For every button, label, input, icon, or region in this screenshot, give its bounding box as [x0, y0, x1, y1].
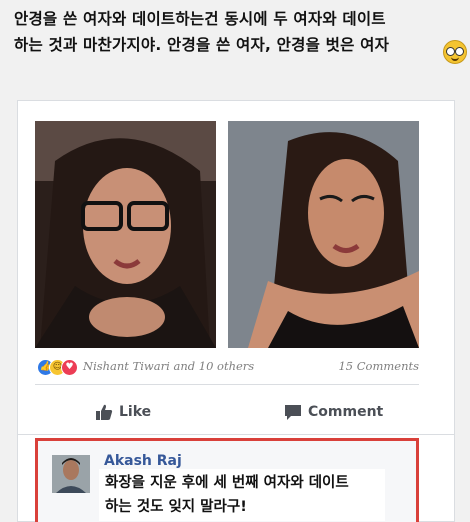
reactors-text[interactable]: Nishant Tiwari and 10 others — [83, 359, 254, 373]
facebook-post-card: 👍 ☺ ♥ Nishant Tiwari and 10 others 15 Co… — [17, 100, 455, 522]
caption-line-1: 안경을 쓴 여자와 데이트하는건 동시에 두 여자와 데이트 — [14, 10, 386, 28]
highlighted-comment: Akash Raj 화장을 지운 후에 세 번째 여자와 데이트 하는 것도 잊… — [35, 438, 419, 522]
meme-caption: 안경을 쓴 여자와 데이트하는건 동시에 두 여자와 데이트 하는 것과 마찬가… — [14, 6, 424, 58]
like-button[interactable]: Like — [95, 401, 151, 423]
comment-bubble-icon — [285, 405, 301, 420]
comment-text-line-1: 화장을 지운 후에 세 번째 여자와 데이트 — [105, 475, 349, 491]
like-label: Like — [119, 404, 152, 420]
comment-text-line-2: 하는 것도 잊지 말라구! — [105, 499, 247, 515]
photo-with-glasses[interactable] — [35, 121, 216, 348]
comment-button[interactable]: Comment — [284, 401, 383, 423]
commenter-name[interactable]: Akash Raj — [104, 453, 182, 469]
thumbs-up-icon — [96, 404, 113, 420]
nerd-face-icon — [443, 40, 467, 64]
caption-line-2: 하는 것과 마찬가지야. 안경을 쓴 여자, 안경을 벗은 여자 — [14, 36, 390, 54]
commenter-avatar[interactable] — [52, 455, 90, 493]
divider — [18, 434, 454, 435]
photo-without-glasses[interactable] — [228, 121, 419, 348]
comments-count[interactable]: 15 Comments — [338, 359, 419, 373]
reaction-summary-bar: 👍 ☺ ♥ Nishant Tiwari and 10 others 15 Co… — [35, 355, 419, 379]
comment-text: 화장을 지운 후에 세 번째 여자와 데이트 하는 것도 잊지 말라구! — [99, 469, 385, 521]
love-reaction-icon: ♥ — [61, 359, 78, 376]
divider — [35, 384, 419, 385]
comment-label: Comment — [308, 404, 384, 420]
